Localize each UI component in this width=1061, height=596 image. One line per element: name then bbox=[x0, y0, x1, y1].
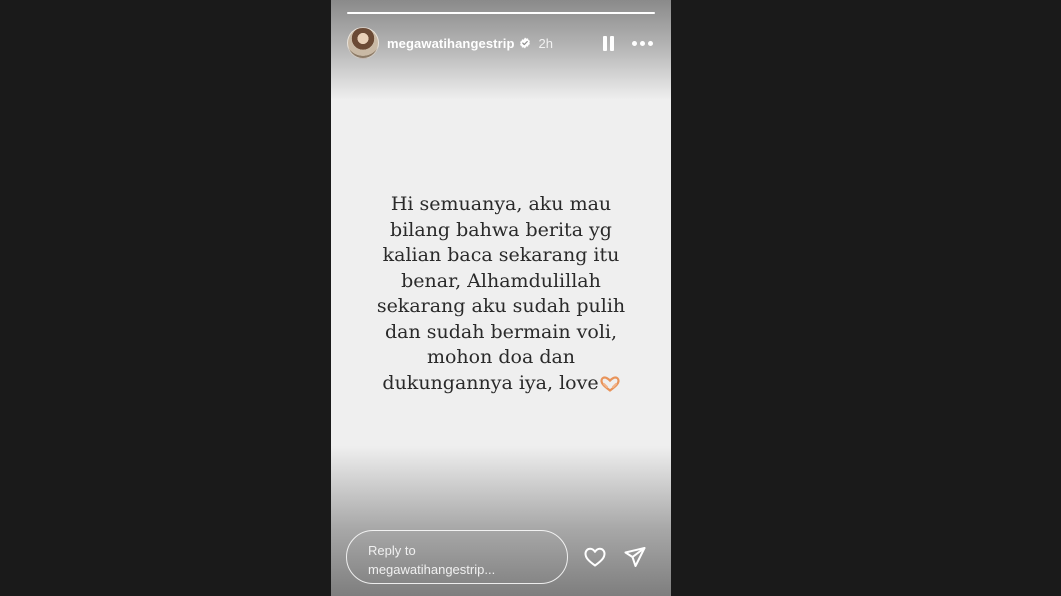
caption-line: mohon doa dan bbox=[426, 346, 576, 368]
send-icon[interactable] bbox=[623, 545, 647, 569]
caption-line: bilang bahwa berita yg bbox=[390, 218, 612, 241]
story-progress-bar bbox=[347, 12, 655, 14]
heart-icon[interactable] bbox=[583, 545, 607, 569]
post-time: 2h bbox=[538, 35, 553, 51]
story-header: megawatihangestrip 2h bbox=[347, 26, 655, 60]
caption-line: Hi semuanya, aku mau bbox=[390, 193, 612, 215]
story-footer: Reply to megawatihangestrip... bbox=[346, 530, 656, 584]
caption-line: kalian baca sekarang itu bbox=[382, 244, 620, 266]
caption-line: dan sudah bermain voli, bbox=[384, 320, 618, 343]
story-progress-fill bbox=[347, 12, 655, 14]
caption-line: dukungannya iya, love bbox=[382, 371, 599, 394]
avatar[interactable] bbox=[347, 27, 379, 59]
caption-line: benar, Alhamdulillah bbox=[401, 269, 601, 292]
more-options-icon[interactable] bbox=[632, 40, 653, 46]
pause-icon[interactable] bbox=[603, 35, 614, 51]
verified-badge-icon bbox=[519, 37, 530, 49]
story-caption: Hi semuanya, aku mau bilang bahwa berita… bbox=[351, 192, 651, 396]
heart-hands-emoji-icon bbox=[599, 375, 620, 392]
reply-input[interactable]: Reply to megawatihangestrip... bbox=[346, 530, 568, 584]
story-viewer[interactable]: megawatihangestrip 2h Hi semuanya, aku m… bbox=[331, 0, 671, 596]
reply-placeholder-line2: megawatihangestrip... bbox=[368, 562, 496, 577]
caption-line: sekarang aku sudah pulih bbox=[376, 295, 626, 317]
username[interactable]: megawatihangestrip bbox=[387, 36, 515, 51]
reply-placeholder-line1: Reply to bbox=[368, 543, 416, 558]
